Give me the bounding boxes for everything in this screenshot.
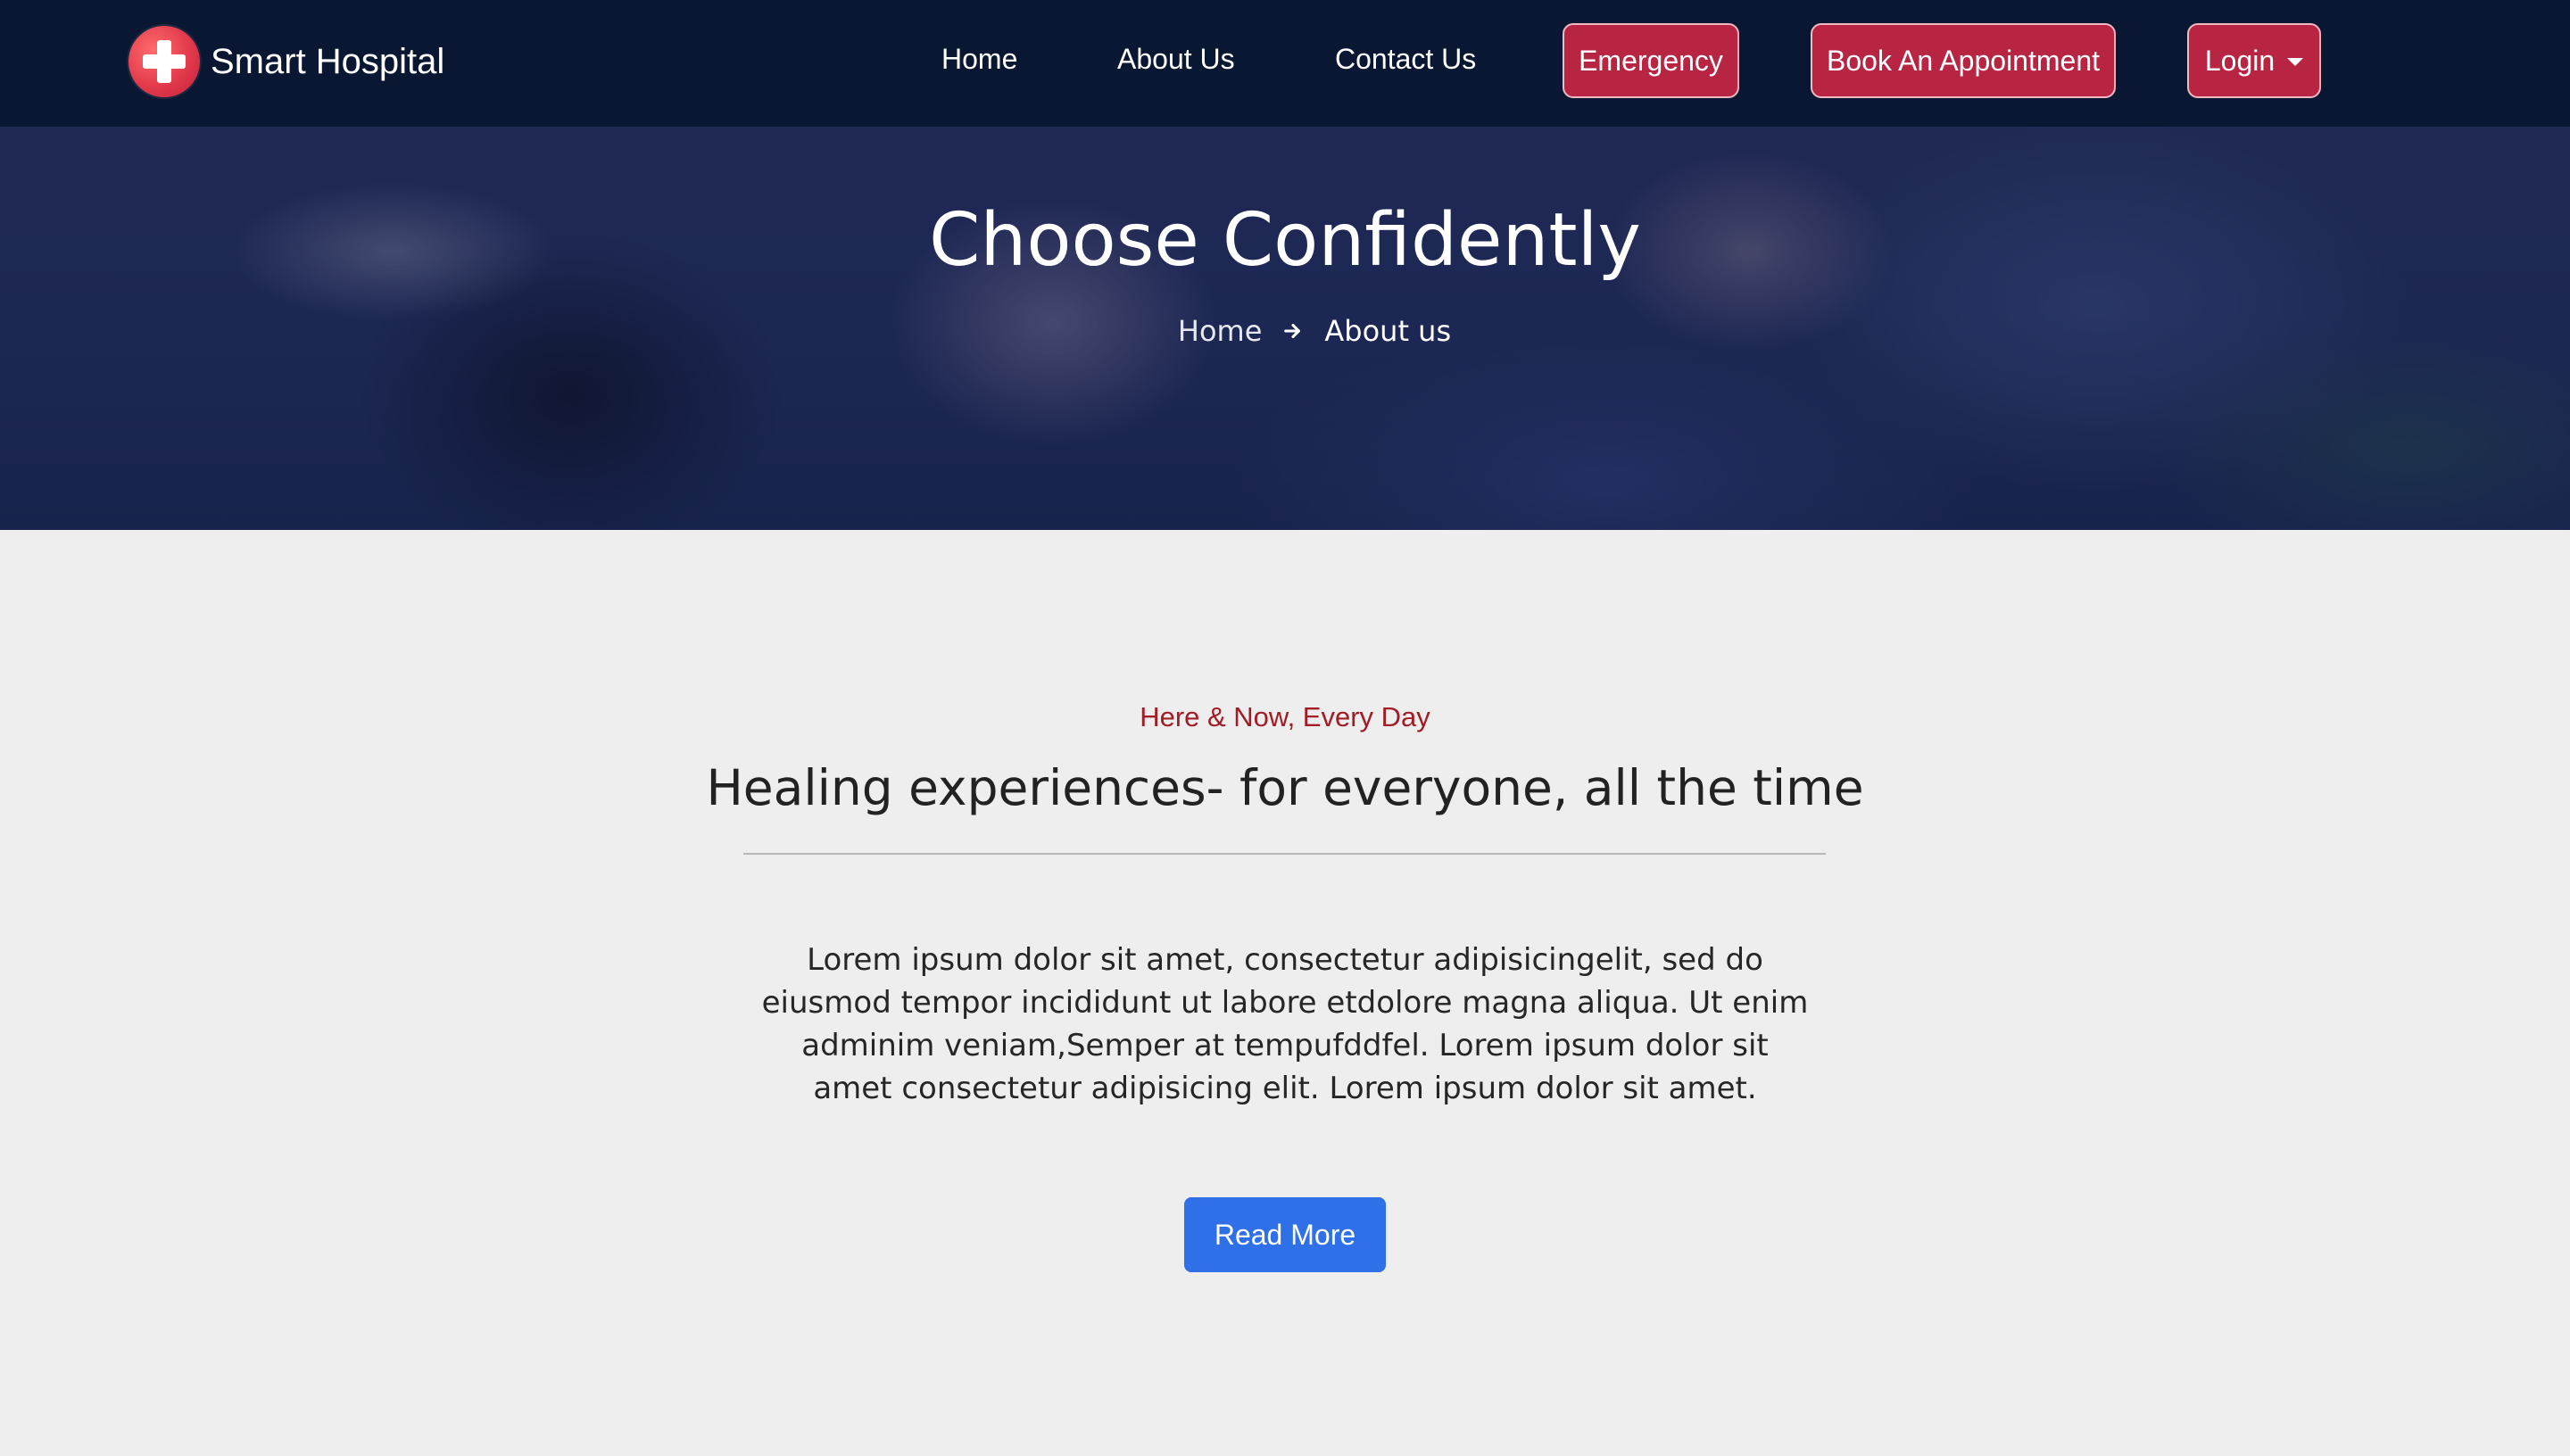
read-more-button[interactable]: Read More <box>1184 1197 1386 1272</box>
emergency-button[interactable]: Emergency <box>1563 23 1739 98</box>
read-more-button-label: Read More <box>1214 1218 1356 1251</box>
nav-link-home[interactable]: Home <box>941 39 1017 79</box>
hospital-cross-icon <box>128 26 200 97</box>
brand-name: Smart Hospital <box>211 41 445 81</box>
login-button-label: Login <box>2204 44 2276 77</box>
breadcrumb: Home About us <box>0 314 2570 348</box>
emergency-button-label: Emergency <box>1579 44 1723 77</box>
arrow-right-icon <box>1284 324 1301 338</box>
about-section: Here & Now, Every Day Healing experience… <box>0 530 2570 1456</box>
nav-link-contact-us[interactable]: Contact Us <box>1335 39 1476 79</box>
section-title: Healing experiences- for everyone, all t… <box>706 759 1864 816</box>
login-dropdown-button[interactable]: Login <box>2187 23 2321 98</box>
brand-link[interactable]: Smart Hospital <box>128 25 444 98</box>
nav-link-about-us[interactable]: About Us <box>1117 39 1235 79</box>
book-appointment-button-label: Book An Appointment <box>1827 44 2100 77</box>
breadcrumb-current: About us <box>1324 314 1452 348</box>
navbar: Smart Hospital Home About Us Contact Us … <box>0 0 2570 127</box>
breadcrumb-home-link[interactable]: Home <box>1178 314 1263 348</box>
section-divider <box>743 853 1826 855</box>
section-body-text: Lorem ipsum dolor sit amet, consectetur … <box>761 942 1809 1106</box>
hero-banner: Choose Confidently Home About us <box>0 127 2570 530</box>
book-appointment-button[interactable]: Book An Appointment <box>1811 23 2116 98</box>
section-tagline: Here & Now, Every Day <box>1140 701 1430 732</box>
caret-down-icon <box>2287 57 2304 66</box>
hero-title: Choose Confidently <box>929 198 1641 283</box>
